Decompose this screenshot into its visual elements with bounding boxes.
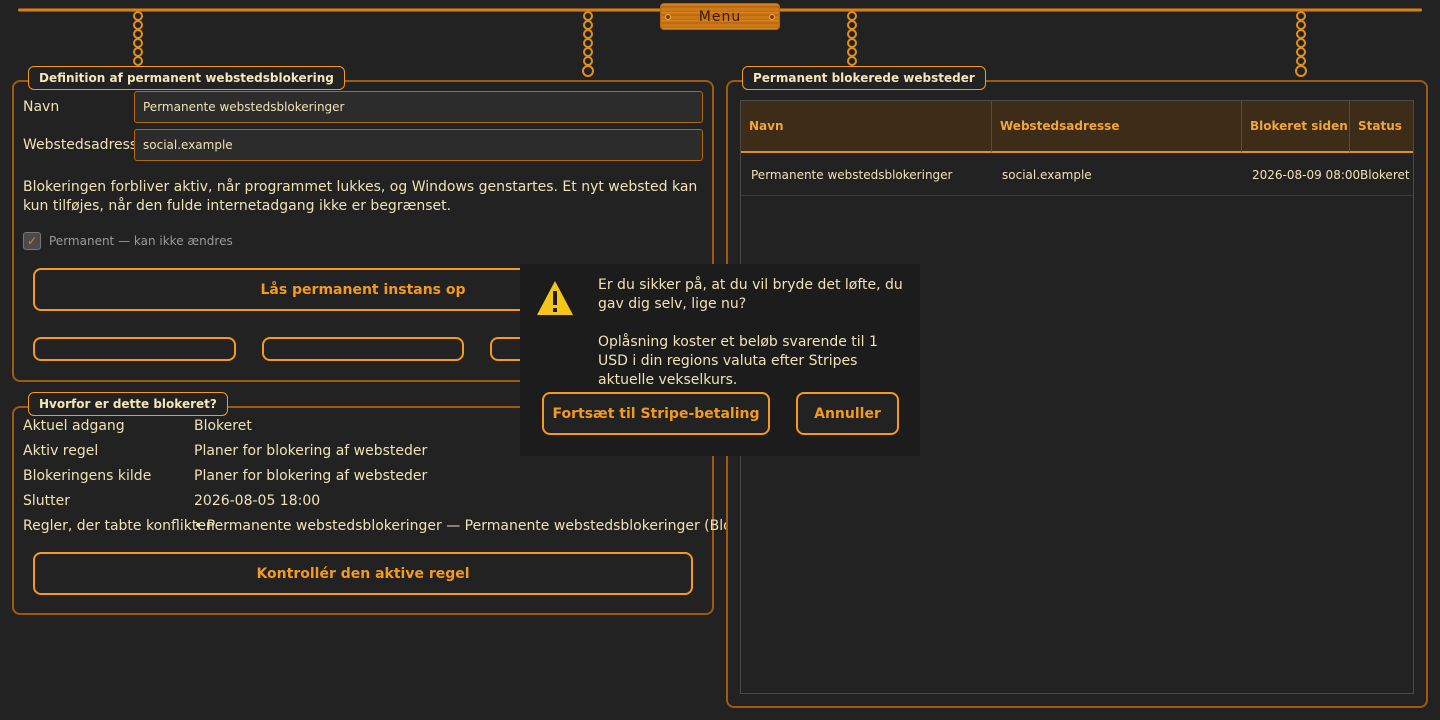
table-cell-status[interactable]: Blokeret (1350, 155, 1413, 195)
name-input[interactable] (134, 91, 703, 123)
column-header-address[interactable]: Webstedsadresse (992, 101, 1242, 153)
permanence-info-text: Blokeringen forbliver aktiv, når program… (23, 179, 698, 214)
chain-decoration (582, 11, 594, 77)
action-button-2[interactable] (262, 337, 464, 361)
ends-label: Slutter (23, 493, 70, 509)
lost-rules-value: • Permanente webstedsblokeringer — Perma… (194, 518, 773, 534)
cancel-button[interactable]: Annuller (796, 392, 899, 435)
permanent-checkbox-label: Permanent — kan ikke ændres (49, 234, 233, 248)
active-rule-value: Planer for blokering af websteder (194, 443, 428, 459)
continue-stripe-payment-button[interactable]: Fortsæt til Stripe-betaling (542, 392, 770, 435)
rivet-decoration (665, 14, 671, 20)
block-source-label: Blokeringens kilde (23, 468, 152, 484)
menu-button-label: Menu (698, 8, 742, 25)
ends-value: 2026-08-05 18:00 (194, 493, 321, 509)
permanent-checkbox: ✓ (23, 232, 41, 250)
dialog-question-text: Er du sikker på, at du vil bryde det løf… (598, 277, 903, 312)
address-label: Webstedsadresse (23, 137, 146, 153)
rivet-decoration (769, 14, 775, 20)
dialog-cost-text: Oplåsning koster et beløb svarende til 1… (598, 334, 878, 388)
table-cell-name[interactable]: Permanente webstedsblokeringer (741, 155, 992, 195)
column-header-status[interactable]: Status (1350, 101, 1413, 153)
warning-icon (537, 281, 573, 315)
menu-button[interactable]: Menu (660, 3, 780, 30)
address-input[interactable] (134, 129, 703, 161)
definition-panel-title: Definition af permanent webstedsblokerin… (28, 66, 345, 90)
action-button-1[interactable] (33, 337, 236, 361)
table-row-divider (741, 195, 1413, 196)
column-header-blocked-since[interactable]: Blokeret siden (1242, 101, 1350, 153)
table-cell-address[interactable]: social.example (992, 155, 1242, 195)
why-blocked-panel-title: Hvorfor er dette blokeret? (28, 392, 228, 416)
current-access-value: Blokeret (194, 418, 252, 434)
check-active-rule-button[interactable]: Kontrollér den aktive regel (33, 552, 693, 595)
blocked-sites-panel-title: Permanent blokerede websteder (742, 66, 986, 90)
chain-decoration (1295, 11, 1307, 77)
lost-rules-label: Regler, der tabte konflikten (23, 518, 215, 534)
name-label: Navn (23, 99, 60, 115)
column-header-name[interactable]: Navn (741, 101, 992, 153)
active-rule-label: Aktiv regel (23, 443, 99, 459)
current-access-label: Aktuel adgang (23, 418, 125, 434)
table-cell-blocked-since[interactable]: 2026-08-09 08:00 (1242, 155, 1360, 195)
unlock-confirm-dialog: Er du sikker på, at du vil bryde det løf… (520, 264, 920, 456)
block-source-value: Planer for blokering af websteder (194, 468, 428, 484)
